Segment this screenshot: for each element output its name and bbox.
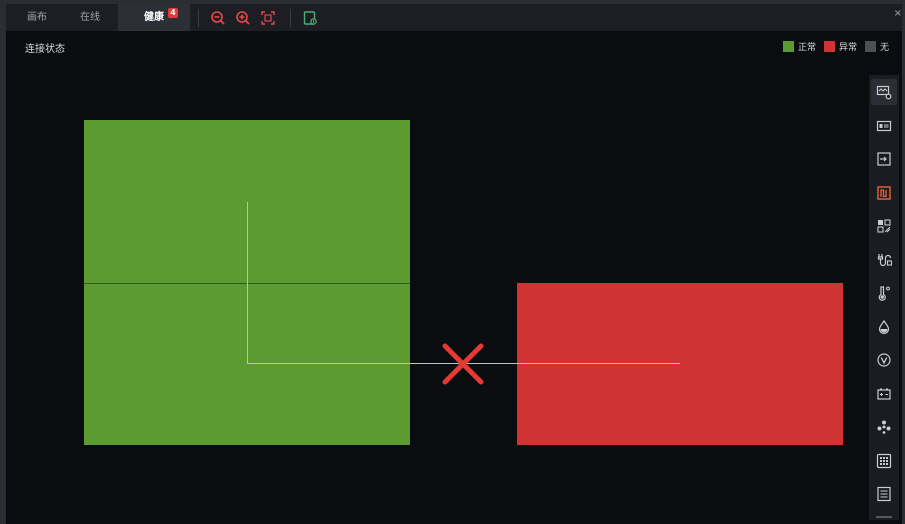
legend-swatch-normal xyxy=(783,40,794,52)
screen-button[interactable] xyxy=(871,113,897,139)
tab-health-label: 健康 xyxy=(144,12,164,23)
legend-label-abnormal: 异常 xyxy=(839,42,858,53)
battery-icon xyxy=(877,388,891,400)
toolbar-divider xyxy=(198,8,199,27)
device-node-abnormal[interactable] xyxy=(517,283,843,445)
humidity-button[interactable] xyxy=(871,314,897,340)
fit-screen-button[interactable] xyxy=(257,7,279,29)
fit-screen-icon xyxy=(261,10,275,25)
legend-item-abnormal: 异常 xyxy=(824,40,857,53)
health-alert-badge: 4 xyxy=(168,8,178,18)
battery-button[interactable] xyxy=(871,381,897,407)
fan-button[interactable] xyxy=(871,414,897,440)
screen-icon xyxy=(876,120,892,131)
connection-diagram xyxy=(6,60,866,520)
zoom-out-button[interactable] xyxy=(207,7,229,29)
temperature-icon xyxy=(878,286,890,301)
zoom-in-icon xyxy=(236,10,250,25)
page-title: 连接状态 xyxy=(25,44,65,55)
panel-scroll-indicator[interactable] xyxy=(876,516,892,518)
tab-health[interactable]: 健康 4 xyxy=(118,4,190,31)
list-icon xyxy=(877,486,891,502)
voltage-icon xyxy=(877,353,891,367)
close-icon[interactable]: × xyxy=(894,8,902,19)
cable-icon xyxy=(877,253,892,266)
export-button[interactable] xyxy=(299,7,321,29)
qr-code-icon xyxy=(877,219,891,233)
legend: 正常 异常 无 xyxy=(783,39,897,53)
broken-link-icon xyxy=(442,343,484,385)
keypad-button[interactable] xyxy=(871,448,897,474)
temperature-button[interactable] xyxy=(871,280,897,306)
fan-icon xyxy=(877,420,891,434)
tab-canvas-label: 画布 xyxy=(27,12,47,23)
legend-swatch-abnormal xyxy=(824,40,836,52)
signal-button[interactable] xyxy=(871,180,897,206)
legend-swatch-none xyxy=(865,40,877,52)
tab-online-label: 在线 xyxy=(80,12,100,23)
toolbar-divider xyxy=(290,8,291,27)
legend-label-normal: 正常 xyxy=(798,42,817,53)
legend-item-normal: 正常 xyxy=(783,40,816,53)
tab-canvas[interactable]: 画布 xyxy=(6,4,62,31)
monitor-settings-icon xyxy=(876,85,892,100)
humidity-icon xyxy=(878,319,890,334)
export-icon xyxy=(303,10,317,25)
monitor-settings-button[interactable] xyxy=(871,79,897,105)
list-button[interactable] xyxy=(871,481,897,507)
keypad-icon xyxy=(876,453,892,468)
connection-line xyxy=(247,202,248,364)
legend-item-none: 无 xyxy=(865,40,889,53)
cable-button[interactable] xyxy=(871,247,897,273)
legend-label-none: 无 xyxy=(880,42,890,53)
signal-icon xyxy=(877,185,891,200)
qr-code-button[interactable] xyxy=(871,213,897,239)
voltage-button[interactable] xyxy=(871,347,897,373)
input-button[interactable] xyxy=(871,146,897,172)
zoom-in-button[interactable] xyxy=(232,7,254,29)
top-toolbar: 画布 在线 健康 4 × xyxy=(6,0,902,31)
tab-online[interactable]: 在线 xyxy=(62,4,118,31)
input-icon xyxy=(877,152,891,166)
side-tool-panel xyxy=(869,75,899,520)
zoom-out-icon xyxy=(211,10,225,25)
app-window: 画布 在线 健康 4 × 连接状态 正常 异常 无 xyxy=(0,0,905,524)
